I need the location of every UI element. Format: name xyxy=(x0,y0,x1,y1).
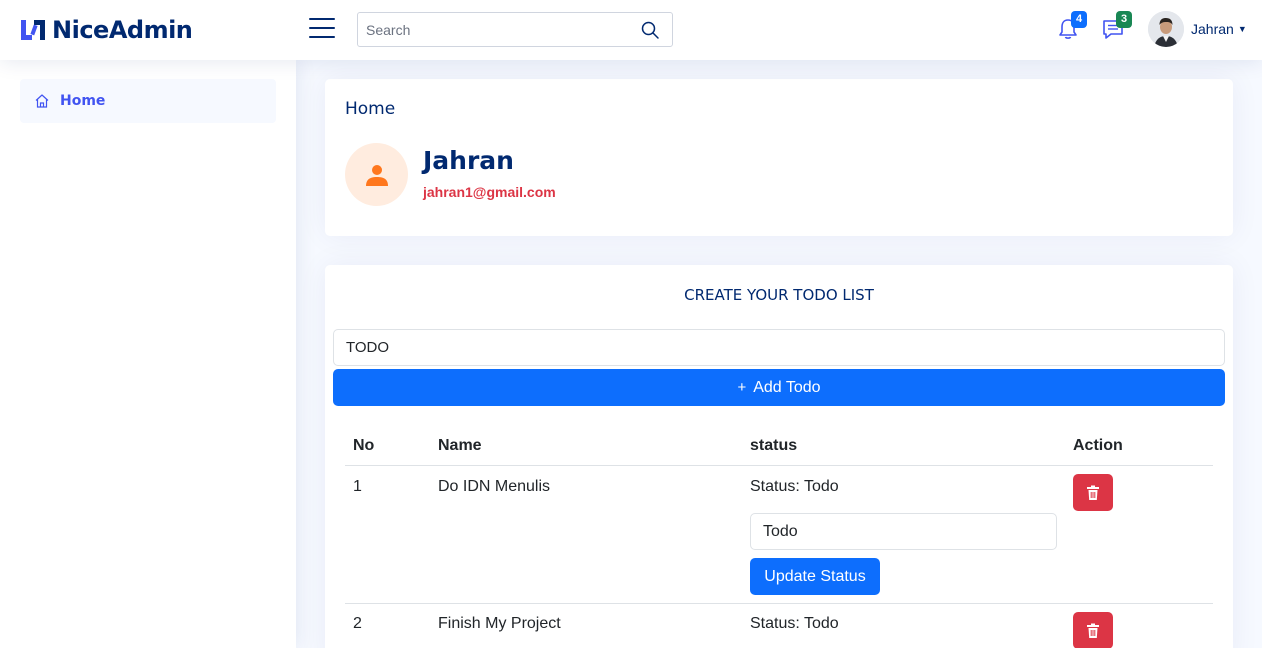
notifications-badge: 4 xyxy=(1071,11,1087,28)
row-2-name: Finish My Project xyxy=(438,615,561,632)
sidebar-item-label: Home xyxy=(60,93,106,109)
brand-logo[interactable]: NiceAdmin xyxy=(20,14,193,46)
header-divider xyxy=(345,465,1213,466)
row-2-no: 2 xyxy=(353,615,362,632)
row-1-name: Do IDN Menulis xyxy=(438,478,551,495)
sidebar-item-home[interactable]: Home xyxy=(20,79,276,123)
user-photo-icon xyxy=(1148,11,1184,47)
todo-input[interactable] xyxy=(333,329,1225,366)
column-header-name: Name xyxy=(438,437,482,454)
top-header: NiceAdmin 4 3 xyxy=(0,0,1262,60)
house-icon xyxy=(35,94,49,108)
add-todo-label: Add Todo xyxy=(753,378,821,396)
page-title: Home xyxy=(345,99,396,119)
profile-name: Jahran xyxy=(1191,21,1234,37)
todo-title: CREATE YOUR TODO LIST xyxy=(684,286,874,304)
trash-icon xyxy=(1087,623,1099,638)
profile-card: Home Jahran jahran1@gmail.com xyxy=(325,79,1233,236)
user-avatar xyxy=(345,143,408,206)
row-1-status-field[interactable] xyxy=(750,513,1057,550)
row-2-delete-button[interactable] xyxy=(1073,612,1113,648)
add-todo-button[interactable]: + Add Todo xyxy=(333,369,1225,406)
search-input[interactable] xyxy=(358,21,628,38)
trash-icon xyxy=(1087,485,1099,500)
user-email: jahran1@gmail.com xyxy=(423,184,556,200)
logo-mark-icon xyxy=(21,20,45,40)
brand-name: NiceAdmin xyxy=(52,16,193,44)
column-header-status: status xyxy=(750,437,798,454)
plus-icon: + xyxy=(737,379,747,396)
menu-toggle-icon[interactable] xyxy=(309,18,335,40)
search-bar xyxy=(357,12,673,47)
column-header-no: No xyxy=(353,437,375,454)
user-name: Jahran xyxy=(423,146,514,175)
messages-badge: 3 xyxy=(1116,11,1132,28)
row-1-status: Status: Todo xyxy=(750,478,839,495)
todo-card: CREATE YOUR TODO LIST + Add Todo No Name… xyxy=(325,265,1233,648)
update-status-button[interactable]: Update Status xyxy=(750,558,880,595)
row-1-delete-button[interactable] xyxy=(1073,474,1113,511)
avatar xyxy=(1148,11,1184,47)
notifications-button[interactable]: 4 xyxy=(1055,11,1087,42)
sidebar: Home xyxy=(0,60,296,648)
row-divider xyxy=(345,603,1213,604)
column-header-action: Action xyxy=(1073,437,1123,454)
search-icon[interactable] xyxy=(640,20,660,40)
messages-button[interactable]: 3 xyxy=(1100,11,1132,42)
caret-down-icon: ▼ xyxy=(1237,24,1247,34)
row-2-status: Status: Todo xyxy=(750,615,839,632)
person-icon xyxy=(365,164,388,186)
profile-dropdown[interactable]: Jahran ▼ xyxy=(1148,11,1247,47)
row-1-no: 1 xyxy=(353,478,362,495)
